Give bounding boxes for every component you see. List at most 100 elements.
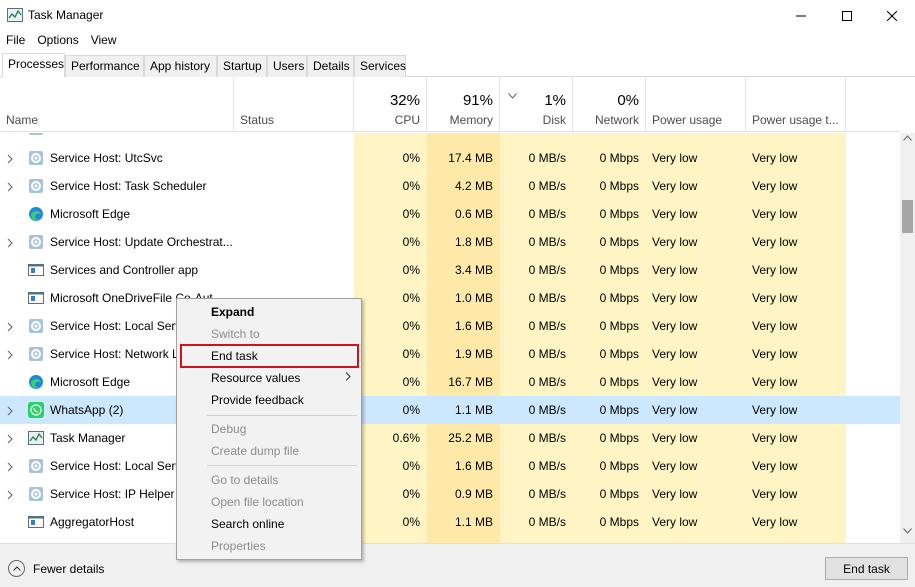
ctx-provide-feedback[interactable]: Provide feedback: [177, 389, 361, 411]
power-usage-trend-value: Very low: [752, 487, 798, 501]
table-row[interactable]: Service Host: IP Helper 0% 0.9 MB 0 MB/s 0 M…: [0, 480, 900, 508]
context-menu: Expand Switch to End task Resource values Pr…: [176, 298, 362, 560]
process-name: Services and Controller app: [50, 263, 199, 277]
tab-services[interactable]: Services: [354, 55, 406, 77]
network-value: 0 Mbps: [599, 403, 639, 417]
chevron-right-icon[interactable]: [6, 321, 14, 332]
ctx-resource-values[interactable]: Resource values: [177, 367, 361, 389]
tab-processes[interactable]: Processes: [2, 53, 65, 78]
memory-value: 1.0 MB: [454, 291, 493, 305]
column-memory[interactable]: 91% Memory: [427, 77, 500, 131]
chevron-right-icon[interactable]: [6, 349, 14, 360]
end-task-button[interactable]: End task: [825, 557, 908, 580]
power-usage-trend-value: Very low: [752, 347, 798, 361]
menu-options[interactable]: Options: [31, 31, 84, 51]
network-value: 0 Mbps: [599, 235, 639, 249]
table-row[interactable]: [0, 133, 900, 142]
power-usage-value: Very low: [652, 375, 698, 389]
bottom-bar: Fewer details End task: [0, 543, 915, 587]
cpu-value: 0%: [402, 403, 420, 417]
ctx-item-label: Properties: [211, 539, 266, 553]
column-power-usage[interactable]: Power usage: [646, 77, 746, 131]
power-usage-value: Very low: [652, 403, 698, 417]
table-row[interactable]: Microsoft Edge 0% 16.7 MB 0 MB/s 0 Mbps Very …: [0, 368, 900, 396]
power-usage-value: Very low: [652, 179, 698, 193]
table-row[interactable]: Task Manager 0.6% 25.2 MB 0 MB/s 0 Mbps Very …: [0, 424, 900, 452]
process-name: WhatsApp (2): [50, 403, 124, 417]
close-button[interactable]: [869, 0, 915, 31]
ctx-expand[interactable]: Expand: [177, 301, 361, 323]
column-disk[interactable]: 1% Disk: [500, 77, 573, 131]
network-value: 0 Mbps: [599, 487, 639, 501]
memory-value: 4.2 MB: [454, 179, 493, 193]
memory-value: 1.9 MB: [454, 347, 493, 361]
power-usage-value: Very low: [652, 431, 698, 445]
table-row[interactable]: AggregatorHost 0% 1.1 MB 0 MB/s 0 Mbps Very l…: [0, 508, 900, 536]
disk-value: 0 MB/s: [528, 319, 566, 333]
column-cpu[interactable]: 32% CPU: [354, 77, 427, 131]
table-row[interactable]: Service Host: Update Orchestrat... 0% 1.8 …: [0, 228, 900, 256]
network-value: 0 Mbps: [599, 179, 639, 193]
tab-details[interactable]: Details: [307, 55, 354, 77]
scroll-thumb[interactable]: [902, 200, 913, 233]
table-row[interactable]: Service Host: Network L 0% 1.9 MB 0 MB/s 0 M…: [0, 340, 900, 368]
vertical-scrollbar[interactable]: [900, 133, 915, 543]
table-row[interactable]: WhatsApp (2) 0% 1.1 MB 0 MB/s 0 Mbps Very low…: [0, 396, 900, 424]
cpu-value: 0%: [402, 179, 420, 193]
process-name: Service Host: IP Helper: [50, 487, 175, 501]
disk-value: 0 MB/s: [528, 291, 566, 305]
network-percent: 0%: [617, 92, 639, 109]
ctx-search-online[interactable]: Search online: [177, 513, 361, 535]
column-network[interactable]: 0% Network: [573, 77, 646, 131]
tab-startup[interactable]: Startup: [217, 55, 267, 77]
table-row[interactable]: Service Host: UtcSvc 0% 17.4 MB 0 MB/s 0 Mbp…: [0, 144, 900, 172]
scroll-up-icon[interactable]: [903, 135, 912, 141]
chevron-right-icon[interactable]: [6, 433, 14, 444]
disk-value: 0 MB/s: [528, 263, 566, 277]
power-usage-value: Very low: [652, 291, 698, 305]
menu-view[interactable]: View: [85, 31, 123, 51]
column-name[interactable]: Name: [0, 77, 234, 131]
ctx-create-dump-file: Create dump file: [177, 440, 361, 462]
menu-file[interactable]: File: [0, 31, 31, 51]
chevron-right-icon[interactable]: [6, 237, 14, 248]
table-row[interactable]: Service Host: Local Servi 0% 1.6 MB 0 MB/s 0…: [0, 312, 900, 340]
tab-performance[interactable]: Performance: [65, 55, 144, 77]
table-row[interactable]: Service Host: Local Servi 0% 1.6 MB 0 MB/s 0…: [0, 452, 900, 480]
memory-value: 0.9 MB: [454, 487, 493, 501]
scroll-down-icon[interactable]: [903, 528, 912, 534]
table-row[interactable]: Services and Controller app 0% 3.4 MB 0 MB/…: [0, 256, 900, 284]
chevron-right-icon[interactable]: [6, 405, 14, 416]
cpu-value: 0%: [402, 487, 420, 501]
tab-users[interactable]: Users: [267, 55, 307, 77]
memory-value: 16.7 MB: [448, 375, 493, 389]
ctx-item-label: Debug: [211, 422, 247, 436]
table-row[interactable]: Service Host: Task Scheduler 0% 4.2 MB 0 MB…: [0, 172, 900, 200]
chevron-right-icon[interactable]: [6, 461, 14, 472]
chevron-right-icon[interactable]: [6, 181, 14, 192]
column-status[interactable]: Status: [234, 77, 354, 131]
fewer-details-button[interactable]: Fewer details: [8, 560, 104, 577]
table-row[interactable]: Microsoft Edge 0% 0.6 MB 0 MB/s 0 Mbps Very l…: [0, 200, 900, 228]
minimize-button[interactable]: [778, 0, 824, 31]
network-value: 0 Mbps: [599, 319, 639, 333]
menu-separator: [207, 465, 357, 466]
cpu-value: 0%: [402, 263, 420, 277]
disk-value: 0 MB/s: [528, 487, 566, 501]
gear-icon: [28, 150, 44, 166]
chevron-right-icon[interactable]: [6, 489, 14, 500]
close-icon: [887, 10, 897, 21]
tab-app-history[interactable]: App history: [144, 55, 217, 77]
memory-value: 1.1 MB: [454, 403, 493, 417]
memory-value: 1.1 MB: [454, 515, 493, 529]
chevron-right-icon[interactable]: [6, 153, 14, 164]
column-power-usage-trend[interactable]: Power usage t...: [746, 77, 846, 131]
table-row[interactable]: Microsoft OneDriveFile Co-Aut... 0% 1.0 MB…: [0, 284, 900, 312]
gear-icon: [28, 458, 44, 474]
maximize-button[interactable]: [824, 0, 870, 31]
maximize-icon: [842, 10, 852, 21]
network-value: 0 Mbps: [599, 347, 639, 361]
gear-icon: [28, 178, 44, 194]
process-name: Microsoft Edge: [50, 375, 131, 389]
power-usage-trend-value: Very low: [752, 403, 798, 417]
